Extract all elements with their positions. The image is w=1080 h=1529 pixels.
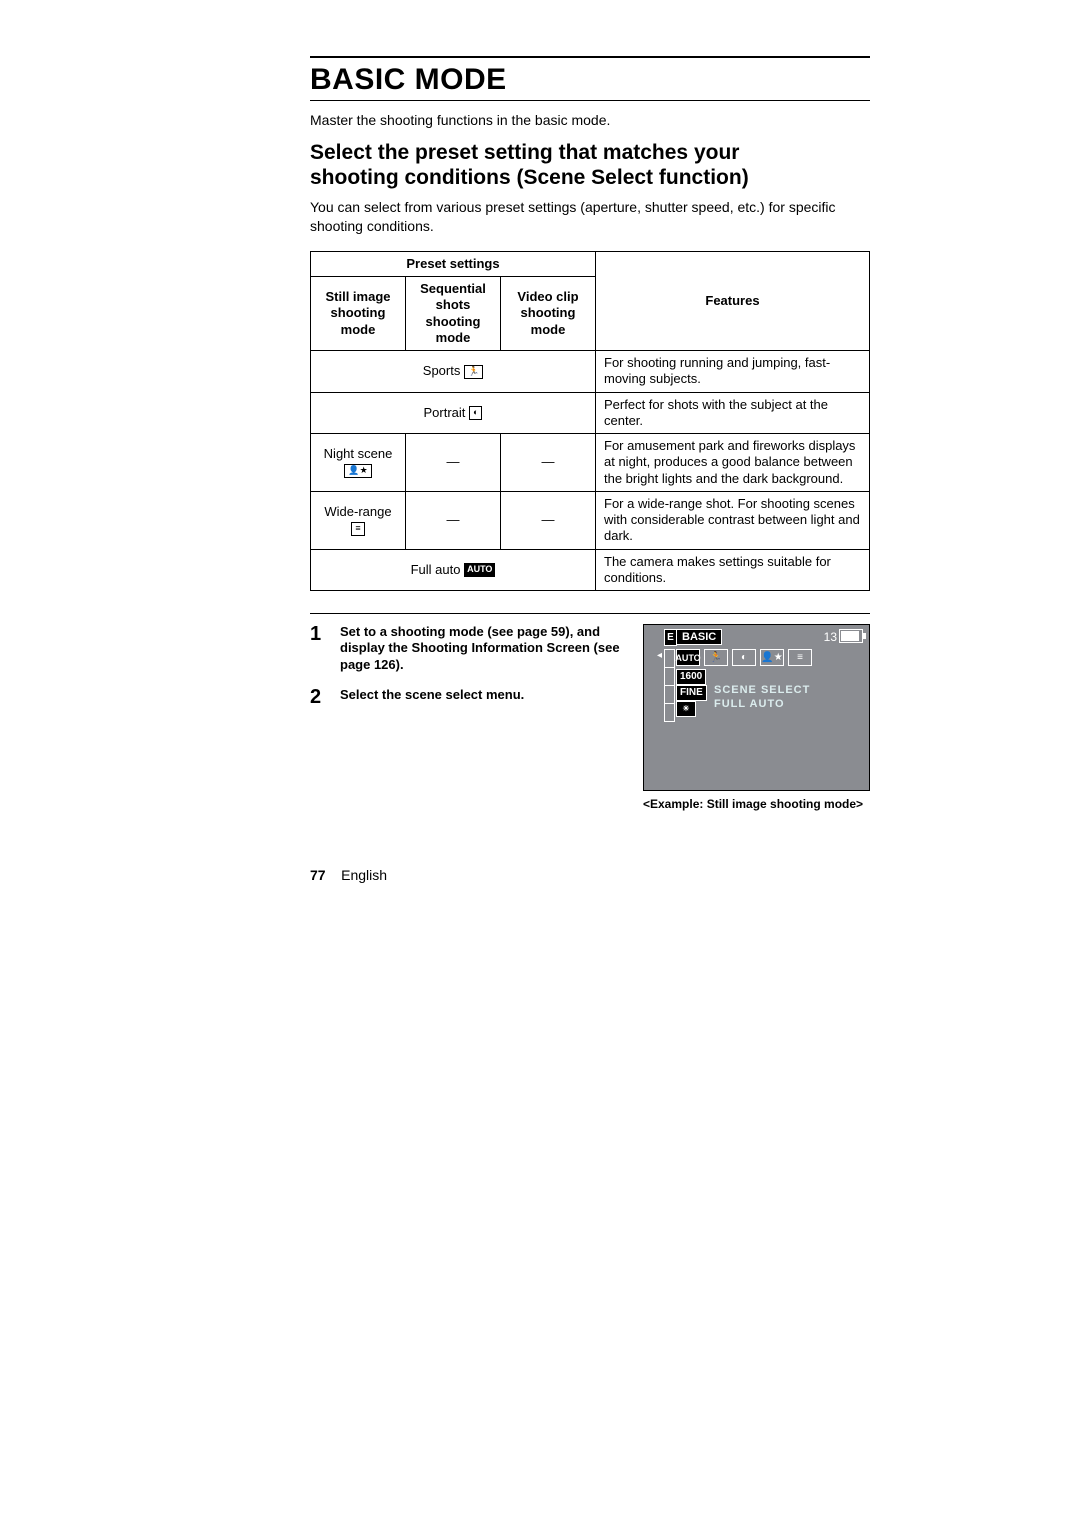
lcd-tab-basic: BASIC [676, 629, 722, 645]
header-features: Features [596, 251, 870, 350]
wide-text: Wide-range [324, 504, 391, 519]
cell-wide-feat: For a wide-range shot. For shooting scen… [596, 491, 870, 549]
night-text: Night scene [324, 446, 393, 461]
cell-auto-label: Full auto AUTO [311, 549, 596, 591]
lcd-ico-wide-icon: ≡ [788, 649, 812, 666]
section-heading-line2: shooting conditions (Scene Select functi… [310, 166, 749, 189]
lcd-ico-auto: AUTO [676, 649, 700, 666]
auto-text: Full auto [411, 562, 461, 577]
lcd-scene-icon-row: AUTO 🏃 ◐ 👤★ ≡ [676, 649, 812, 666]
auto-icon: AUTO [464, 563, 495, 577]
step-2: 2 Select the scene select menu. [310, 687, 625, 707]
sports-text: Sports [423, 363, 461, 378]
night-icon: 👤★ [344, 464, 371, 478]
lcd-wb-badge: ☀ [676, 701, 696, 717]
row-auto: Full auto AUTO The camera makes settings… [311, 549, 870, 591]
lcd-side-seg [664, 703, 675, 722]
step-1-number: 1 [310, 624, 326, 673]
lcd-side-seg [664, 667, 675, 686]
row-sports: Sports 🏃 For shooting running and jumpin… [311, 351, 870, 393]
page-number: 77 [310, 867, 326, 883]
lcd-side-seg [664, 685, 675, 704]
page-footer: 77 English [310, 867, 387, 883]
cell-sports-feat: For shooting running and jumping, fast-m… [596, 351, 870, 393]
step-1: 1 Set to a shooting mode (see page 59), … [310, 624, 625, 673]
lcd-label-full: FULL AUTO [714, 698, 785, 710]
header-still: Still image shooting mode [311, 277, 406, 351]
lcd-side-seg [664, 649, 675, 668]
lcd-ico-portrait-icon: ◐ [732, 649, 756, 666]
header-seq: Sequential shots shooting mode [406, 277, 501, 351]
cell-auto-feat: The camera makes settings suitable for c… [596, 549, 870, 591]
section-heading-line1: Select the preset setting that matches y… [310, 141, 739, 164]
cell-portrait-feat: Perfect for shots with the subject at th… [596, 392, 870, 434]
lcd-ico-night-icon: 👤★ [760, 649, 784, 666]
lcd-side-bar [664, 649, 675, 759]
lcd-fine-badge: FINE [676, 685, 707, 701]
cell-portrait-label: Portrait ◐ [311, 392, 596, 434]
header-preset: Preset settings [311, 251, 596, 276]
section-heading: Select the preset setting that matches y… [310, 141, 870, 189]
table-header-row: Preset settings Features [311, 251, 870, 276]
cell-night-seq: — [406, 434, 501, 492]
row-night: Night scene 👤★ — — For amusement park an… [311, 434, 870, 492]
step-2-text: Select the scene select menu. [340, 687, 524, 707]
portrait-icon: ◐ [469, 406, 482, 420]
sports-icon: 🏃 [464, 365, 483, 379]
step-2-number: 2 [310, 687, 326, 707]
cell-wide-label: Wide-range ≡ [311, 491, 406, 549]
page-title: BASIC MODE [310, 64, 870, 96]
rule-steps [310, 613, 870, 614]
row-portrait: Portrait ◐ Perfect for shots with the su… [311, 392, 870, 434]
lcd-screenshot: E BASIC 13 AUTO 🏃 ◐ 👤★ ≡ [643, 624, 870, 791]
cell-wide-video: — [501, 491, 596, 549]
header-video: Video clip shooting mode [501, 277, 596, 351]
cell-sports-label: Sports 🏃 [311, 351, 596, 393]
rule-under-title [310, 100, 870, 101]
wide-icon: ≡ [351, 522, 364, 536]
lcd-shot-count: 13 [824, 629, 837, 645]
battery-icon [839, 629, 863, 643]
intro-text: Master the shooting functions in the bas… [310, 111, 870, 130]
lcd-ico-sports-icon: 🏃 [704, 649, 728, 666]
cell-wide-seq: — [406, 491, 501, 549]
step-1-text: Set to a shooting mode (see page 59), an… [340, 624, 625, 673]
cell-night-feat: For amusement park and fireworks display… [596, 434, 870, 492]
cell-night-video: — [501, 434, 596, 492]
lcd-res-badge: 1600 [676, 669, 706, 685]
portrait-text: Portrait [424, 405, 466, 420]
page-language: English [341, 867, 387, 883]
scene-table: Preset settings Features Still image sho… [310, 251, 870, 591]
row-wide: Wide-range ≡ — — For a wide-range shot. … [311, 491, 870, 549]
lcd-caption: <Example: Still image shooting mode> [643, 797, 870, 813]
rule-top [310, 56, 870, 58]
cell-night-label: Night scene 👤★ [311, 434, 406, 492]
section-desc: You can select from various preset setti… [310, 198, 870, 237]
lcd-label-scene: SCENE SELECT [714, 684, 810, 696]
